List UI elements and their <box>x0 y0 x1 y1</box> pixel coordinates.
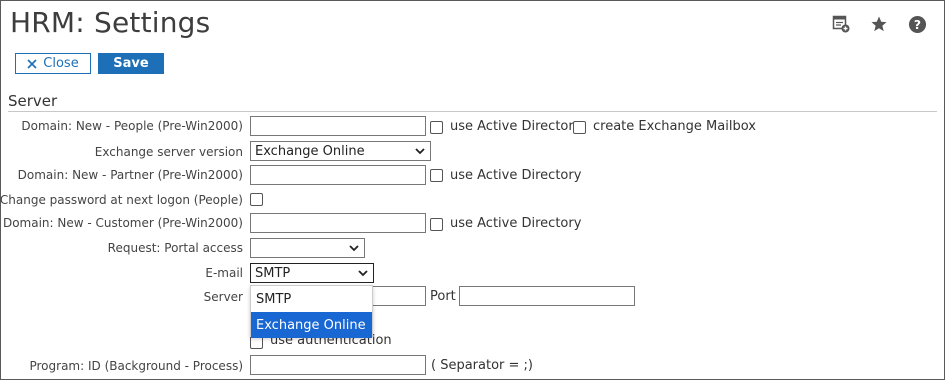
domain-customer-ad-checkbox[interactable] <box>430 218 443 231</box>
help-icon[interactable]: ? <box>907 14 927 34</box>
email-select[interactable]: SMTP <box>250 263 374 283</box>
header-actions: ? <box>831 14 927 34</box>
exchange-mailbox-label: create Exchange Mailbox <box>593 119 756 134</box>
port-input[interactable] <box>459 286 635 306</box>
domain-people-ad-checkbox[interactable] <box>430 121 443 134</box>
program-id-label: Program: ID (Background - Process) <box>29 359 243 373</box>
domain-partner-input[interactable] <box>250 165 426 185</box>
domain-customer-label: Domain: New - Customer (Pre-Win2000) <box>2 216 243 230</box>
save-button[interactable]: Save <box>98 53 164 74</box>
section-title: Server <box>8 92 58 110</box>
port-label: Port <box>430 289 456 304</box>
domain-people-input[interactable] <box>250 116 426 136</box>
domain-customer-ad-label: use Active Directory <box>450 216 582 231</box>
email-option-exchange-online[interactable]: Exchange Online <box>251 312 372 338</box>
close-icon <box>27 58 37 69</box>
change-password-label: Change password at next logon (People) <box>0 193 243 207</box>
exchange-version-value: Exchange Online <box>255 143 365 159</box>
chevron-down-icon <box>358 270 368 277</box>
portal-access-select[interactable] <box>250 238 365 258</box>
star-icon[interactable] <box>869 14 889 34</box>
section-divider <box>8 111 937 112</box>
domain-people-ad-label: use Active Directory <box>450 119 582 134</box>
change-password-checkbox[interactable] <box>250 193 263 206</box>
email-option-smtp[interactable]: SMTP <box>251 286 372 312</box>
add-widget-icon[interactable] <box>831 14 851 34</box>
program-id-input[interactable] <box>250 355 426 375</box>
portal-access-label: Request: Portal access <box>107 241 243 255</box>
svg-text:?: ? <box>913 17 920 31</box>
domain-partner-ad-checkbox[interactable] <box>430 169 443 182</box>
domain-partner-ad-label: use Active Directory <box>450 168 582 183</box>
separator-note: ( Separator = ;) <box>431 358 533 373</box>
server-label: Server <box>203 290 243 304</box>
email-dropdown-list: SMTP Exchange Online <box>250 285 373 338</box>
exchange-version-select[interactable]: Exchange Online <box>250 141 431 161</box>
exchange-version-label: Exchange server version <box>94 145 243 159</box>
email-label: E-mail <box>205 266 243 280</box>
page-title: HRM: Settings <box>10 6 211 39</box>
domain-people-label: Domain: New - People (Pre-Win2000) <box>21 119 243 133</box>
domain-customer-input[interactable] <box>250 213 426 233</box>
close-button-label: Close <box>43 56 79 71</box>
exchange-mailbox-checkbox[interactable] <box>573 121 586 134</box>
email-value: SMTP <box>255 265 291 281</box>
chevron-down-icon <box>349 245 359 252</box>
close-button[interactable]: Close <box>15 53 91 74</box>
chevron-down-icon <box>415 148 425 155</box>
domain-partner-label: Domain: New - Partner (Pre-Win2000) <box>17 168 243 182</box>
